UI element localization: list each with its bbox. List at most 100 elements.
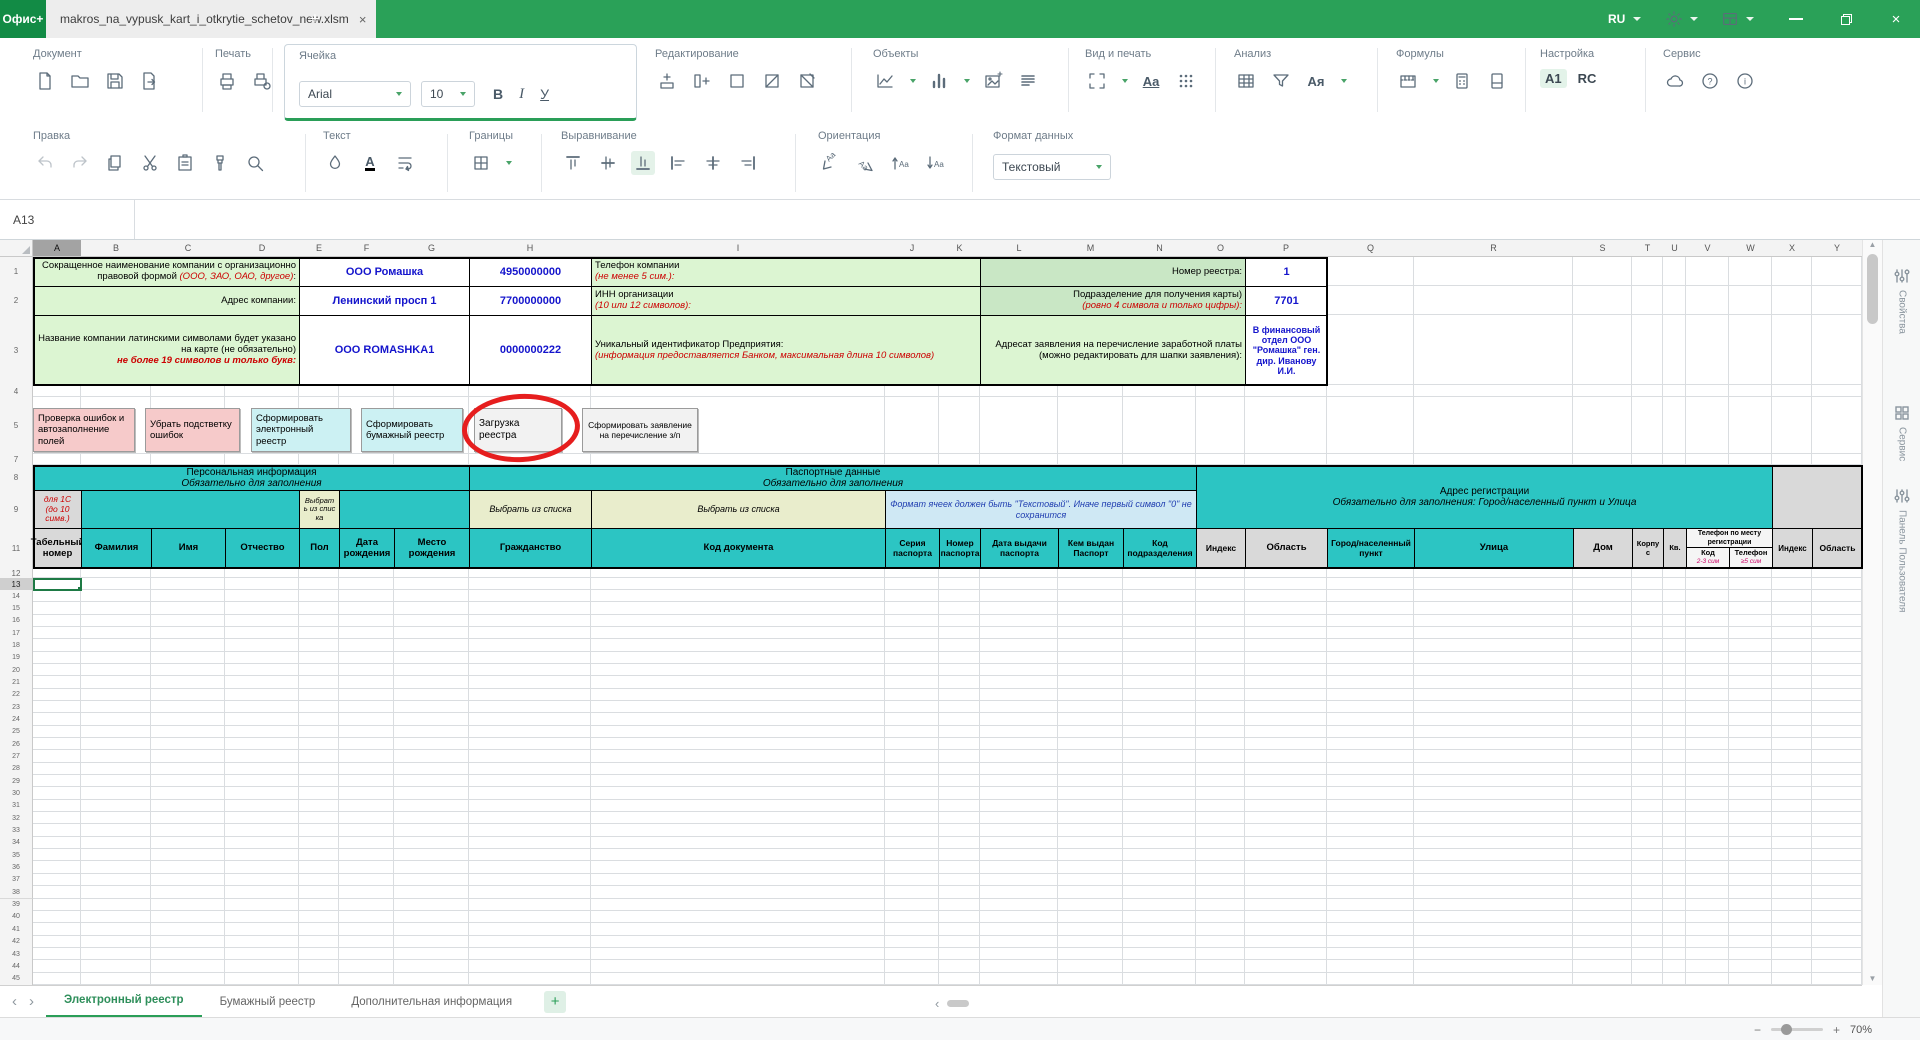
- cell-company-address-value[interactable]: Ленинский просп 1: [299, 286, 470, 316]
- row-number[interactable]: 5: [0, 397, 33, 455]
- row-number[interactable]: 40: [0, 911, 33, 924]
- hscroll-thumb[interactable]: [947, 1000, 969, 1007]
- column-header[interactable]: A: [33, 240, 82, 257]
- headings-icon[interactable]: Aa: [1139, 69, 1163, 93]
- restore-button[interactable]: [1826, 0, 1866, 38]
- row-number[interactable]: 15: [0, 602, 33, 615]
- close-tab-icon[interactable]: ×: [359, 12, 367, 27]
- cell-latin-name-label[interactable]: Название компании латинскими символами б…: [33, 315, 300, 386]
- row-number[interactable]: 19: [0, 652, 33, 665]
- column-header[interactable]: N: [1123, 240, 1197, 257]
- selected-cell-a13[interactable]: [33, 578, 82, 591]
- row-number[interactable]: 45: [0, 973, 33, 986]
- formula-input[interactable]: [136, 200, 1920, 239]
- align-right-icon[interactable]: [736, 151, 760, 175]
- row-number[interactable]: 32: [0, 812, 33, 825]
- column-header[interactable]: R: [1414, 240, 1574, 257]
- check-errors-button[interactable]: Проверка ошибок и автозаполнение полей: [33, 408, 135, 452]
- sort-icon[interactable]: Ая: [1304, 69, 1328, 93]
- cloud-icon[interactable]: [1663, 69, 1687, 93]
- hscroll-left-icon[interactable]: ‹: [935, 996, 939, 1011]
- cell-inn-value[interactable]: 7700000000: [469, 286, 592, 316]
- zoom-slider[interactable]: [1771, 1028, 1823, 1031]
- sidebar-item-service[interactable]: Сервис: [1883, 405, 1920, 461]
- print-icon[interactable]: [215, 69, 239, 93]
- language-switcher[interactable]: RU: [1608, 0, 1641, 38]
- reference-style-a1-button[interactable]: A1: [1540, 69, 1567, 88]
- calculator-icon[interactable]: [1450, 69, 1474, 93]
- column-header[interactable]: X: [1772, 240, 1813, 257]
- wrap-text-icon[interactable]: [393, 151, 417, 175]
- row-number[interactable]: 33: [0, 824, 33, 837]
- load-registry-button[interactable]: Загрузка реестра: [474, 408, 562, 452]
- row-number[interactable]: 28: [0, 763, 33, 776]
- column-header[interactable]: H: [469, 240, 592, 257]
- insert-row-icon[interactable]: [655, 69, 679, 93]
- search-icon[interactable]: [243, 151, 267, 175]
- clear-error-highlight-button[interactable]: Убрать подстветку ошибок: [145, 408, 240, 452]
- create-paper-registry-button[interactable]: Сформировать бумажный реестр: [361, 408, 463, 452]
- row-number[interactable]: 42: [0, 936, 33, 949]
- save-as-icon[interactable]: [138, 69, 162, 93]
- row-number[interactable]: 43: [0, 948, 33, 961]
- row-number[interactable]: 35: [0, 849, 33, 862]
- cell-company-name-label[interactable]: Сокращенное наименование компании с орга…: [33, 257, 300, 287]
- cell-inn-label[interactable]: ИНН организации(10 или 12 символов):: [591, 286, 981, 316]
- font-color-icon[interactable]: A: [358, 151, 382, 175]
- row-number[interactable]: 24: [0, 713, 33, 726]
- freeze-area-icon[interactable]: [1085, 69, 1109, 93]
- scroll-down-icon[interactable]: ▼: [1863, 974, 1882, 983]
- column-header[interactable]: I: [591, 240, 886, 257]
- column-header[interactable]: C: [151, 240, 226, 257]
- info-icon[interactable]: i: [1733, 69, 1757, 93]
- align-middle-icon[interactable]: [596, 151, 620, 175]
- cell-department-label[interactable]: Подразделение для получения карты)(ровно…: [980, 286, 1246, 316]
- help-icon[interactable]: ?: [1698, 69, 1722, 93]
- scrollbar-thumb[interactable]: [1867, 254, 1878, 324]
- zoom-in-button[interactable]: +: [1833, 1023, 1840, 1037]
- row-number[interactable]: 17: [0, 627, 33, 640]
- rotate-text-up-icon[interactable]: Aa: [853, 151, 877, 175]
- row-number[interactable]: 41: [0, 923, 33, 936]
- print-settings-icon[interactable]: [250, 69, 274, 93]
- add-sheet-button[interactable]: +: [544, 991, 566, 1013]
- column-header[interactable]: Y: [1812, 240, 1863, 257]
- row-number[interactable]: 31: [0, 800, 33, 813]
- row-number[interactable]: 1: [0, 257, 33, 287]
- cell-uid-label[interactable]: Уникальный идентификатор Предприятия:(ин…: [591, 315, 981, 386]
- italic-button[interactable]: I: [519, 86, 524, 103]
- column-header[interactable]: O: [1196, 240, 1246, 257]
- zoom-out-button[interactable]: −: [1754, 1023, 1761, 1037]
- row-number[interactable]: 14: [0, 590, 33, 603]
- create-salary-statement-button[interactable]: Сформировать заявление на перечисление з…: [582, 408, 698, 452]
- new-tab-button[interactable]: +: [302, 7, 328, 31]
- scroll-up-icon[interactable]: ▲: [1863, 240, 1882, 249]
- column-header[interactable]: E: [299, 240, 340, 257]
- row-number[interactable]: 9: [0, 490, 33, 529]
- align-top-icon[interactable]: [561, 151, 585, 175]
- row-number[interactable]: 36: [0, 861, 33, 874]
- sheet-tab-electronic-registry[interactable]: Электронный реестр: [46, 986, 202, 1018]
- row-number[interactable]: 16: [0, 615, 33, 628]
- row-number[interactable]: 38: [0, 886, 33, 899]
- merge-cells-icon[interactable]: [725, 69, 749, 93]
- column-header[interactable]: T: [1632, 240, 1664, 257]
- minimize-button[interactable]: [1776, 0, 1816, 38]
- align-left-icon[interactable]: [666, 151, 690, 175]
- format-painter-icon[interactable]: [208, 151, 232, 175]
- cell-name-box[interactable]: A13: [0, 200, 135, 239]
- cell-latin-name-value[interactable]: ООО ROMASHKA1: [299, 315, 470, 386]
- row-number[interactable]: 20: [0, 664, 33, 677]
- format-table-icon[interactable]: [1234, 69, 1258, 93]
- align-center-icon[interactable]: [701, 151, 725, 175]
- data-format-select[interactable]: Текстовый: [993, 154, 1111, 180]
- watch-window-icon[interactable]: [1485, 69, 1509, 93]
- copy-icon[interactable]: [103, 151, 127, 175]
- open-folder-icon[interactable]: [68, 69, 92, 93]
- text-block-icon[interactable]: [1016, 69, 1040, 93]
- paste-icon[interactable]: [173, 151, 197, 175]
- column-header[interactable]: M: [1058, 240, 1124, 257]
- row-number[interactable]: 27: [0, 750, 33, 763]
- close-window-button[interactable]: ×: [1876, 0, 1916, 38]
- insert-column-icon[interactable]: [690, 69, 714, 93]
